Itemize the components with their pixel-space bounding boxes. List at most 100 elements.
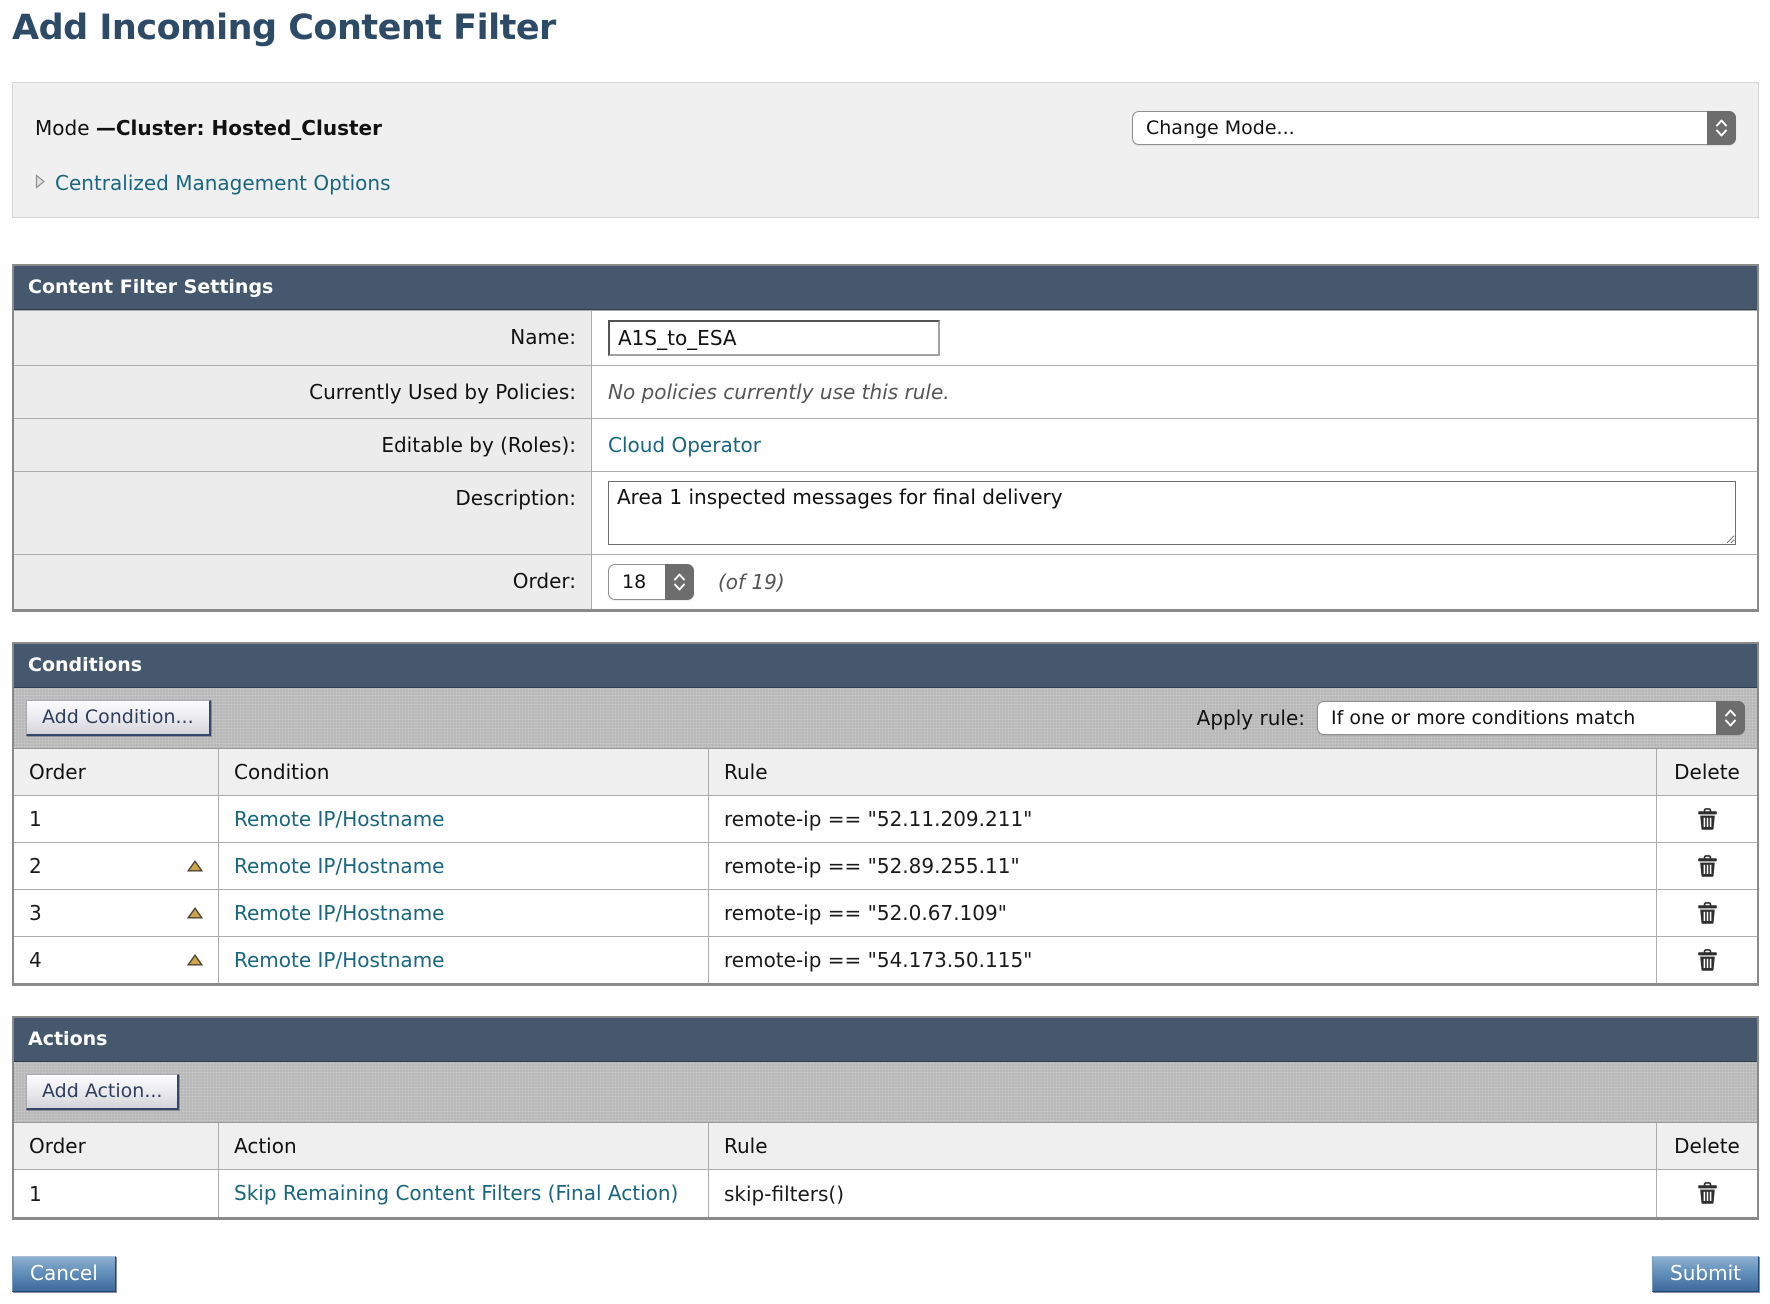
description-row: Description: Area 1 inspected messages f… [14,471,1757,554]
page: Add Incoming Content Filter Mode —Cluste… [12,8,1759,1304]
apply-rule-select-value: If one or more conditions match [1331,707,1635,729]
order-number: 4 [29,948,42,972]
select-stepper-icon [665,564,694,600]
condition-row-order: 2 [14,842,219,889]
editable-roles-link[interactable]: Cloud Operator [608,433,761,457]
conditions-section: Conditions Add Condition... Apply rule: … [12,642,1759,986]
disclosure-triangle-icon[interactable] [35,174,46,193]
condition-row-condition: Remote IP/Hostname [219,842,709,889]
policies-value-cell: No policies currently use this rule. [592,366,1757,418]
actions-table: Order Action Rule Delete 1 Skip Remainin… [14,1123,1757,1217]
condition-link[interactable]: Remote IP/Hostname [234,948,444,972]
col-header-action: Action [219,1123,709,1169]
trash-icon[interactable] [1697,902,1718,925]
actions-section: Actions Add Action... Order Action Rule … [12,1016,1759,1220]
condition-row-rule: remote-ip == "54.173.50.115" [709,936,1657,983]
description-value-cell: Area 1 inspected messages for final deli… [592,472,1757,554]
order-total: (of 19) [718,570,785,594]
condition-row-order: 3 [14,889,219,936]
mode-row: Mode —Cluster: Hosted_Cluster Change Mod… [35,111,1736,145]
order-row: Order: 18 (of 19) [14,554,1757,609]
policies-label: Currently Used by Policies: [14,366,592,418]
col-header-delete: Delete [1657,749,1757,795]
mode-text: Mode —Cluster: Hosted_Cluster [35,116,382,140]
action-link[interactable]: Skip Remaining Content Filters (Final Ac… [234,1181,678,1206]
editable-label: Editable by (Roles): [14,419,592,471]
add-action-button[interactable]: Add Action... [26,1074,179,1110]
condition-row-rule: remote-ip == "52.11.209.211" [709,795,1657,842]
conditions-section-header: Conditions [14,644,1757,688]
centralized-management-row: Centralized Management Options [35,171,1736,195]
action-row-delete [1657,1169,1757,1217]
editable-row: Editable by (Roles): Cloud Operator [14,418,1757,471]
action-row-action: Skip Remaining Content Filters (Final Ac… [219,1169,709,1217]
centralized-management-options-link[interactable]: Centralized Management Options [55,171,391,195]
apply-rule-select[interactable]: If one or more conditions match [1317,701,1745,735]
order-number: 1 [29,1182,42,1206]
condition-row-condition: Remote IP/Hostname [219,889,709,936]
name-value-cell [592,311,1757,365]
condition-row-condition: Remote IP/Hostname [219,936,709,983]
apply-rule-group: Apply rule: If one or more conditions ma… [1197,701,1745,735]
col-header-rule: Rule [709,749,1657,795]
select-stepper-icon [1707,111,1736,145]
actions-toolbar: Add Action... [14,1062,1757,1123]
move-up-icon[interactable] [187,860,203,872]
description-label: Description: [14,472,592,554]
col-header-order: Order [14,1123,219,1169]
change-mode-select-value: Change Mode... [1146,117,1295,139]
order-label: Order: [14,555,592,609]
cancel-button[interactable]: Cancel [12,1256,116,1292]
settings-section-header: Content Filter Settings [14,266,1757,310]
condition-link[interactable]: Remote IP/Hostname [234,807,444,831]
move-up-icon[interactable] [187,907,203,919]
condition-row-condition: Remote IP/Hostname [219,795,709,842]
condition-row-delete [1657,842,1757,889]
content-filter-settings-section: Content Filter Settings Name: Currently … [12,264,1759,612]
order-select-value: 18 [622,571,646,593]
apply-rule-label: Apply rule: [1197,706,1305,730]
col-header-delete: Delete [1657,1123,1757,1169]
condition-row-delete [1657,889,1757,936]
condition-row-delete [1657,936,1757,983]
policies-value: No policies currently use this rule. [608,380,950,404]
trash-icon[interactable] [1697,855,1718,878]
condition-row-rule: remote-ip == "52.0.67.109" [709,889,1657,936]
condition-link[interactable]: Remote IP/Hostname [234,901,444,925]
trash-icon[interactable] [1697,1182,1718,1205]
select-stepper-icon [1716,701,1745,735]
condition-row-order: 1 [14,795,219,842]
description-textarea[interactable]: Area 1 inspected messages for final deli… [608,481,1736,545]
trash-icon[interactable] [1697,949,1718,972]
order-select[interactable]: 18 [608,564,694,600]
name-input[interactable] [608,320,940,356]
action-row-rule: skip-filters() [709,1169,1657,1217]
mode-label: Mode [35,116,96,140]
actions-section-header: Actions [14,1018,1757,1062]
trash-icon[interactable] [1697,808,1718,831]
condition-row-order: 4 [14,936,219,983]
conditions-toolbar: Add Condition... Apply rule: If one or m… [14,688,1757,749]
add-condition-button[interactable]: Add Condition... [26,700,211,736]
condition-link[interactable]: Remote IP/Hostname [234,854,444,878]
submit-button[interactable]: Submit [1652,1256,1759,1292]
order-number: 1 [29,807,42,831]
condition-row-rule: remote-ip == "52.89.255.11" [709,842,1657,889]
mode-value: —Cluster: Hosted_Cluster [96,116,382,140]
order-number: 2 [29,854,42,878]
name-row: Name: [14,310,1757,365]
policies-row: Currently Used by Policies: No policies … [14,365,1757,418]
col-header-order: Order [14,749,219,795]
order-value-cell: 18 (of 19) [592,555,1757,609]
move-up-icon[interactable] [187,954,203,966]
condition-row-delete [1657,795,1757,842]
footer-buttons: Cancel Submit [12,1256,1759,1304]
change-mode-select[interactable]: Change Mode... [1132,111,1736,145]
order-number: 3 [29,901,42,925]
page-title: Add Incoming Content Filter [12,8,1759,48]
mode-panel: Mode —Cluster: Hosted_Cluster Change Mod… [12,82,1759,218]
col-header-condition: Condition [219,749,709,795]
conditions-table: Order Condition Rule Delete 1 Remote IP/… [14,749,1757,983]
name-label: Name: [14,311,592,365]
editable-value-cell: Cloud Operator [592,419,1757,471]
